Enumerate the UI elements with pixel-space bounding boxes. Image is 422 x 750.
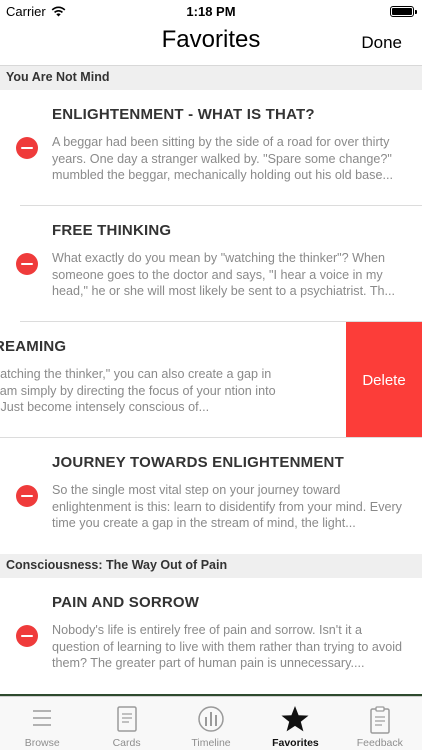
- tab-label: Favorites: [272, 737, 319, 749]
- delete-toggle-icon[interactable]: [16, 485, 38, 507]
- status-time: 1:18 PM: [186, 4, 236, 19]
- item-title: ENLIGHTENMENT - WHAT IS THAT?: [52, 106, 315, 123]
- clipboard-icon: [370, 706, 390, 734]
- section-header: You Are Not Mind: [0, 66, 422, 90]
- tab-label: Cards: [112, 737, 141, 749]
- list-item[interactable]: FREE THINKING What exactly do you mean b…: [0, 206, 422, 322]
- section-header: Consciousness: The Way Out of Pain: [0, 554, 422, 578]
- delete-button[interactable]: Delete: [346, 322, 422, 437]
- item-excerpt: So the single most vital step on your jo…: [52, 483, 402, 530]
- item-title: FREE THINKING: [52, 222, 172, 239]
- battery-icon: [390, 6, 417, 17]
- star-icon: [281, 706, 309, 732]
- tab-browse[interactable]: Browse: [0, 697, 84, 750]
- tab-label: Feedback: [356, 737, 403, 749]
- page-title: Favorites: [161, 26, 261, 53]
- favorites-list[interactable]: You Are Not Mind ENLIGHTENMENT - WHAT IS…: [0, 66, 422, 696]
- delete-toggle-icon[interactable]: [16, 253, 38, 275]
- tab-feedback[interactable]: Feedback: [338, 697, 422, 750]
- tab-bar: Browse Cards Timeline Favorites Feedback: [0, 694, 422, 750]
- swiped-content[interactable]: ND STREAMING ead of "watching the thinke…: [0, 322, 346, 437]
- list-item[interactable]: ENLIGHTENMENT - WHAT IS THAT? A beggar h…: [0, 90, 422, 206]
- tab-timeline[interactable]: Timeline: [169, 697, 253, 750]
- list-item[interactable]: PAIN AND SORROW Nobody's life is entirel…: [0, 578, 422, 694]
- item-excerpt: What exactly do you mean by "watching th…: [52, 251, 396, 298]
- item-title: JOURNEY TOWARDS ENLIGHTENMENT: [52, 454, 344, 471]
- item-title: PAIN AND SORROW: [52, 594, 200, 611]
- delete-toggle-icon[interactable]: [16, 625, 38, 647]
- status-bar: Carrier 1:18 PM: [0, 0, 422, 24]
- tab-label: Browse: [24, 737, 60, 749]
- navigation-bar: Favorites Done: [0, 24, 422, 66]
- delete-toggle-icon[interactable]: [16, 137, 38, 159]
- list-icon: [33, 710, 52, 726]
- done-button[interactable]: Done: [361, 33, 402, 53]
- item-excerpt: A beggar had been sitting by the side of…: [52, 135, 393, 182]
- tab-favorites[interactable]: Favorites: [253, 697, 337, 750]
- tab-cards[interactable]: Cards: [84, 697, 168, 750]
- item-excerpt: ead of "watching the thinker," you can a…: [0, 367, 276, 414]
- card-icon: [116, 706, 137, 732]
- tab-label: Timeline: [191, 737, 231, 749]
- list-item[interactable]: JOURNEY TOWARDS ENLIGHTENMENT So the sin…: [0, 438, 422, 554]
- item-excerpt: Nobody's life is entirely free of pain a…: [52, 623, 403, 670]
- list-item-swiped[interactable]: ND STREAMING ead of "watching the thinke…: [0, 322, 422, 438]
- item-title: ND STREAMING: [0, 338, 67, 355]
- timeline-icon: [198, 706, 224, 732]
